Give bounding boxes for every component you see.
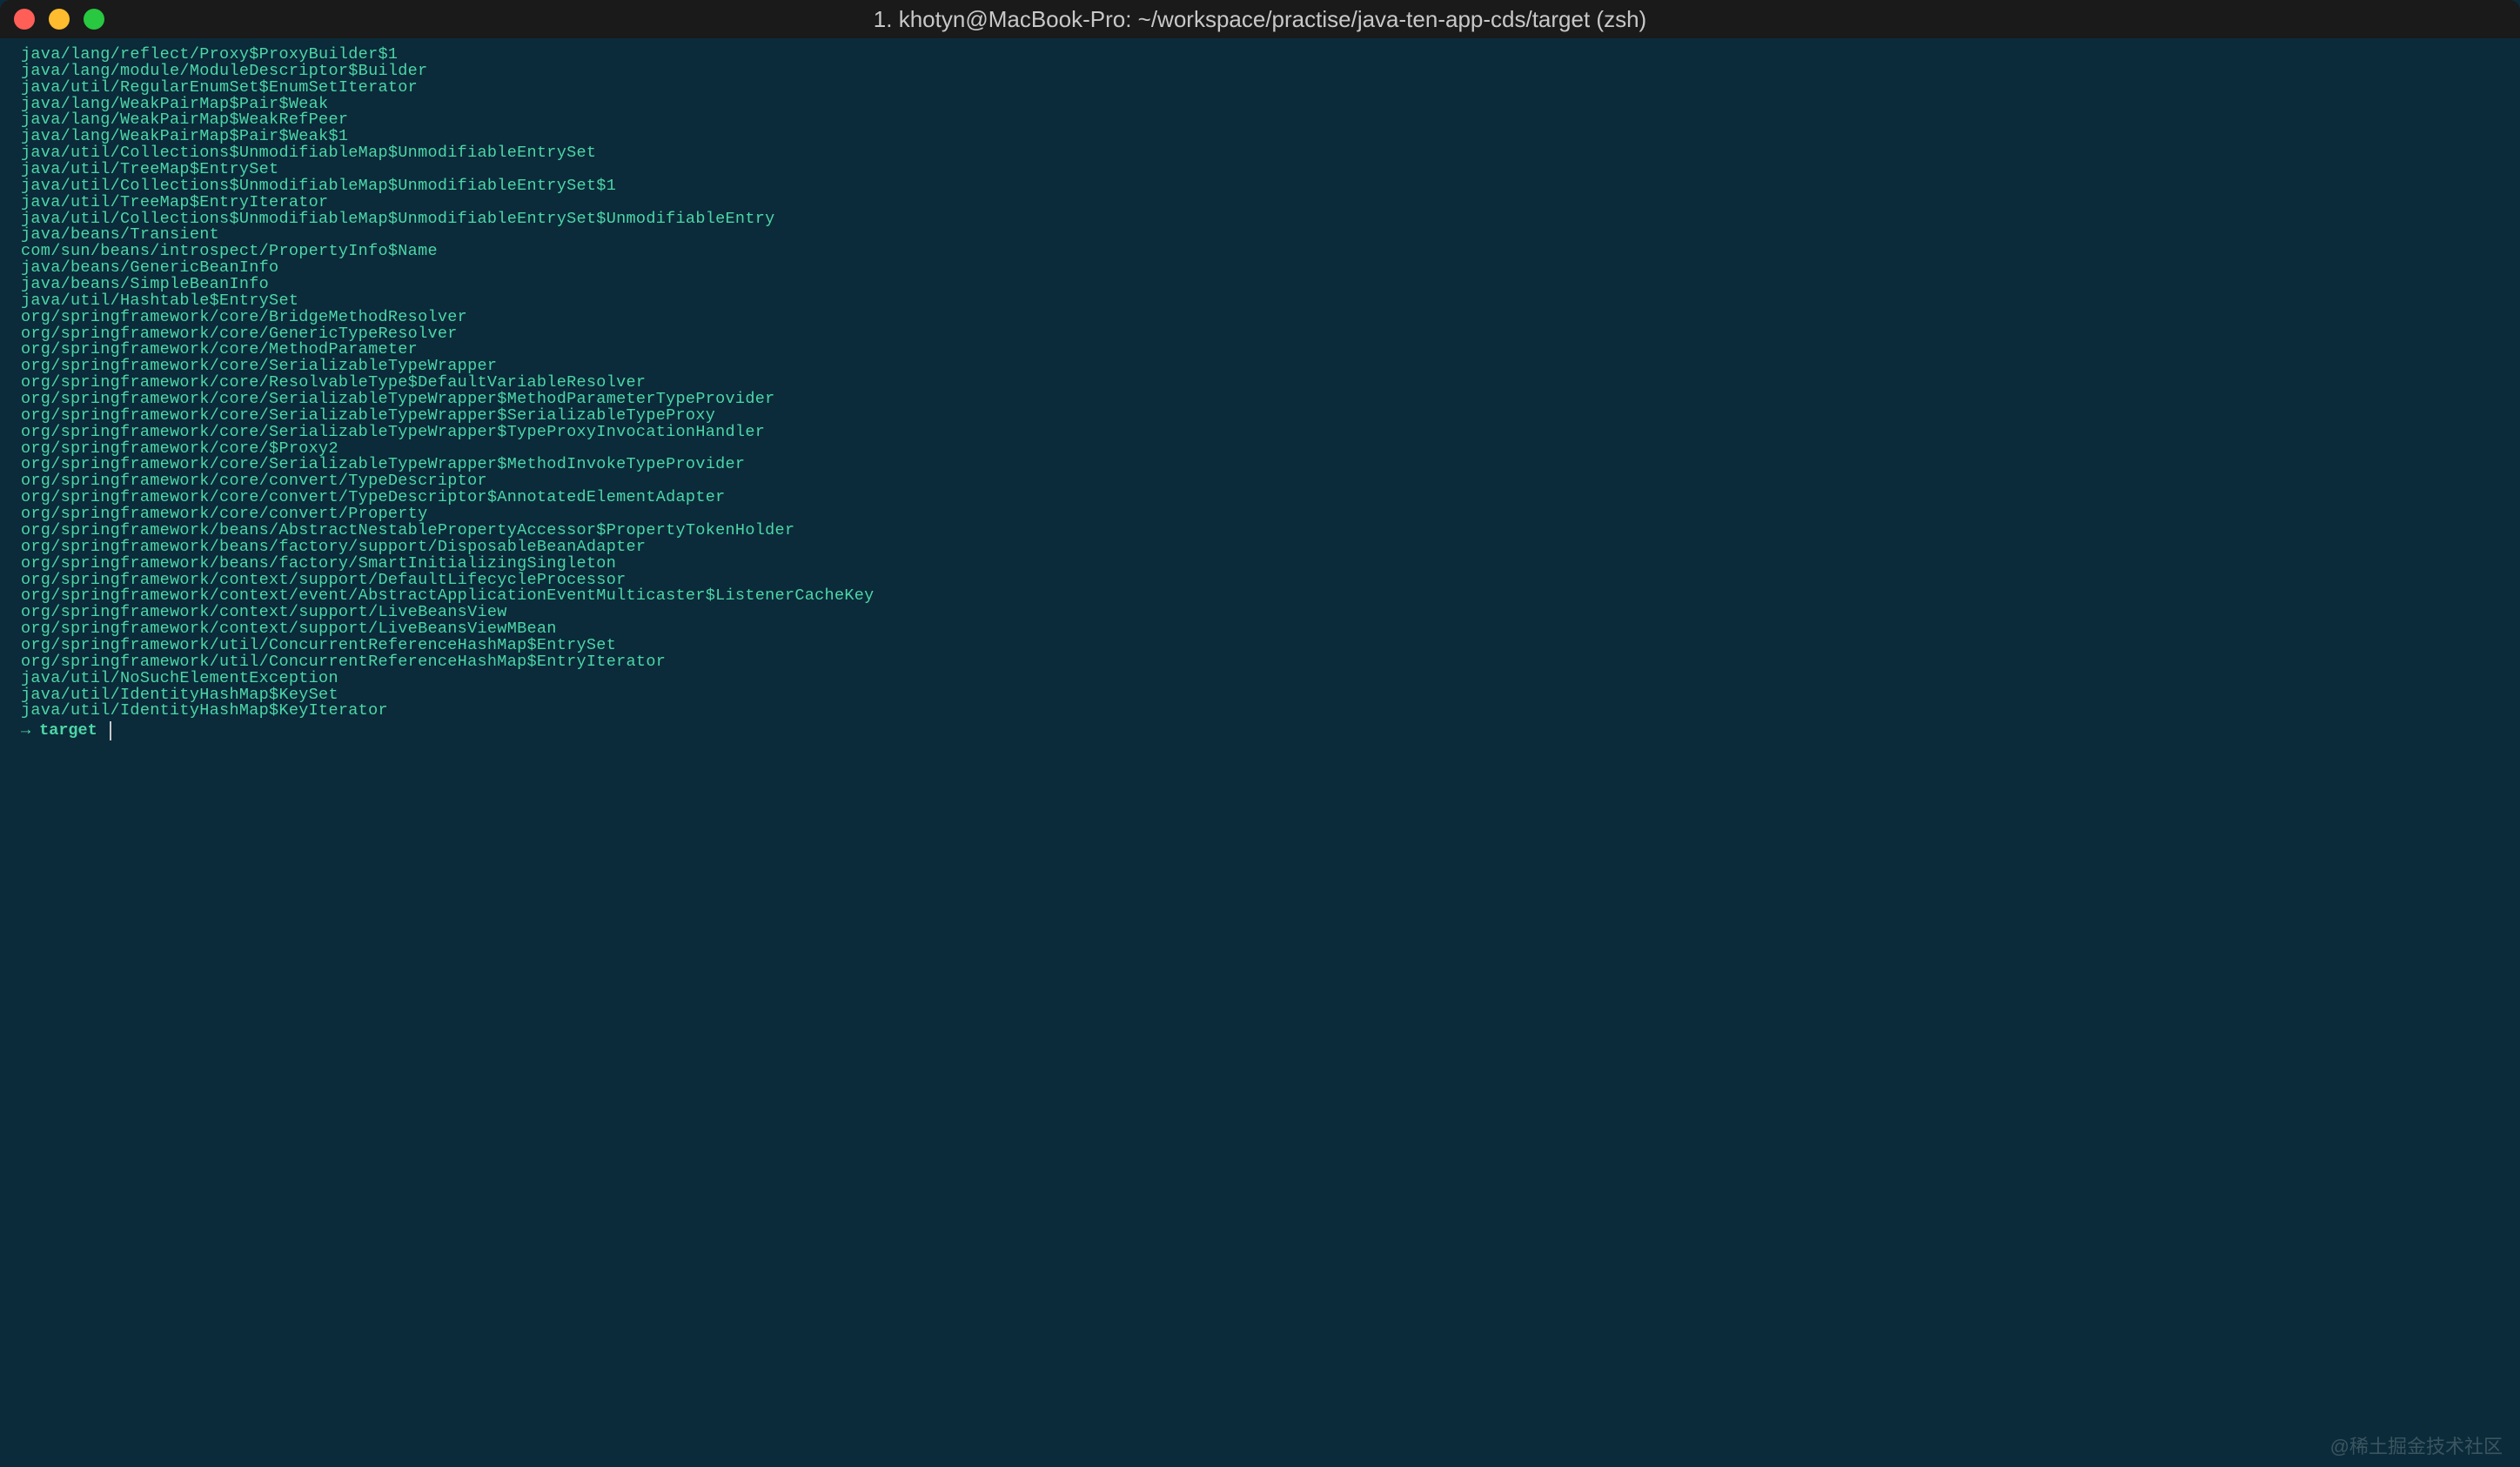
maximize-window-button[interactable] [84, 9, 104, 30]
terminal-output-line: java/util/Hashtable$EntrySet [21, 293, 2499, 310]
prompt-arrow-icon: → [21, 723, 30, 740]
terminal-output-line: org/springframework/util/ConcurrentRefer… [21, 654, 2499, 671]
terminal-output-line: java/util/NoSuchElementException [21, 671, 2499, 687]
terminal-output-line: org/springframework/beans/AbstractNestab… [21, 523, 2499, 539]
terminal-output-line: java/util/RegularEnumSet$EnumSetIterator [21, 80, 2499, 97]
terminal-output-line: java/beans/SimpleBeanInfo [21, 277, 2499, 293]
traffic-lights [14, 9, 104, 30]
terminal-output-line: java/util/Collections$UnmodifiableMap$Un… [21, 178, 2499, 195]
terminal-output-line: com/sun/beans/introspect/PropertyInfo$Na… [21, 244, 2499, 260]
prompt-directory: target [39, 723, 97, 740]
terminal-output-line: org/springframework/beans/factory/suppor… [21, 539, 2499, 556]
cursor-icon [110, 721, 111, 740]
terminal-output-line: java/util/IdentityHashMap$KeyIterator [21, 703, 2499, 720]
terminal-output-line: org/springframework/core/BridgeMethodRes… [21, 310, 2499, 326]
terminal-output-line: org/springframework/core/SerializableTyp… [21, 408, 2499, 425]
terminal-output-line: java/lang/module/ModuleDescriptor$Builde… [21, 64, 2499, 80]
watermark: @稀土掘金技术社区 [2330, 1437, 2503, 1457]
titlebar: 1. khotyn@MacBook-Pro: ~/workspace/pract… [0, 0, 2520, 38]
terminal-output-line: java/util/Collections$UnmodifiableMap$Un… [21, 145, 2499, 162]
terminal-output-line: java/util/TreeMap$EntryIterator [21, 195, 2499, 211]
terminal-output-line: java/lang/WeakPairMap$Pair$Weak [21, 97, 2499, 113]
terminal-output-line: org/springframework/beans/factory/SmartI… [21, 556, 2499, 573]
window-title: 1. khotyn@MacBook-Pro: ~/workspace/pract… [874, 6, 1646, 33]
terminal-output-line: org/springframework/core/SerializableTyp… [21, 425, 2499, 441]
terminal-output-line: java/lang/WeakPairMap$WeakRefPeer [21, 112, 2499, 129]
minimize-window-button[interactable] [49, 9, 70, 30]
terminal-body[interactable]: java/lang/reflect/Proxy$ProxyBuilder$1ja… [0, 38, 2520, 1467]
terminal-output-line: java/util/IdentityHashMap$KeySet [21, 687, 2499, 704]
terminal-output-line: org/springframework/util/ConcurrentRefer… [21, 638, 2499, 654]
terminal-output-line: java/util/Collections$UnmodifiableMap$Un… [21, 211, 2499, 228]
terminal-output-line: java/beans/GenericBeanInfo [21, 260, 2499, 277]
terminal-window: 1. khotyn@MacBook-Pro: ~/workspace/pract… [0, 0, 2520, 1467]
close-window-button[interactable] [14, 9, 35, 30]
prompt-line[interactable]: → target [21, 721, 2499, 740]
